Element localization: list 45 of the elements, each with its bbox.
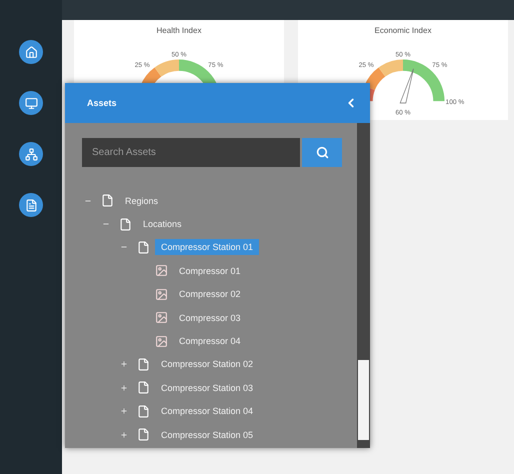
tree-item[interactable]: Regions (119, 192, 164, 209)
tree-item[interactable]: Compressor 02 (173, 286, 247, 302)
network-icon (24, 148, 38, 160)
gauge-title: Economic Index (374, 26, 432, 35)
tree-item[interactable]: Compressor 04 (173, 333, 247, 350)
file-icon (137, 240, 150, 254)
search-icon (316, 146, 328, 159)
tree-item[interactable]: Compressor Station 04 (155, 403, 260, 420)
gauge-band (364, 68, 386, 90)
tree-item[interactable]: Compressor Station 02 (155, 356, 260, 372)
search-field[interactable]: Search Assets (82, 138, 300, 167)
file-icon (119, 218, 132, 231)
gauge-band (154, 60, 180, 77)
document-icon (24, 198, 38, 212)
network-button[interactable] (19, 142, 43, 166)
expand-icon[interactable] (120, 430, 128, 439)
file-icon (137, 404, 150, 418)
expand-icon[interactable] (120, 407, 128, 416)
search-button[interactable] (302, 138, 342, 167)
file-icon (137, 428, 150, 442)
tree-item[interactable]: Locations (137, 216, 188, 232)
file-icon (137, 358, 150, 371)
document-button[interactable] (19, 193, 43, 217)
scrollbar[interactable] (357, 123, 370, 448)
file-icon (137, 381, 150, 394)
file-icon (101, 194, 114, 208)
home-icon (24, 46, 38, 58)
image-file-icon (155, 334, 168, 348)
tree-item[interactable]: Compressor 01 (173, 262, 247, 279)
expand-icon[interactable] (120, 384, 128, 392)
tree-item[interactable]: Compressor Station 03 (155, 380, 260, 396)
image-file-icon (155, 311, 168, 324)
image-file-icon (155, 264, 168, 278)
home-button[interactable] (19, 40, 43, 64)
monitor-button[interactable] (19, 91, 43, 115)
tree-item[interactable]: Compressor Station 05 (155, 426, 260, 443)
gauge-title: Health Index (156, 26, 202, 35)
tree-item[interactable]: Compressor Station 01 (155, 239, 260, 256)
gauge-needle (400, 68, 414, 104)
expand-icon[interactable] (120, 360, 128, 368)
panel-title: Assets (87, 98, 117, 108)
tree-item[interactable]: Compressor 03 (173, 310, 247, 326)
monitor-icon (24, 96, 38, 110)
image-file-icon (155, 288, 168, 301)
scrollbar-thumb[interactable] (358, 360, 369, 440)
